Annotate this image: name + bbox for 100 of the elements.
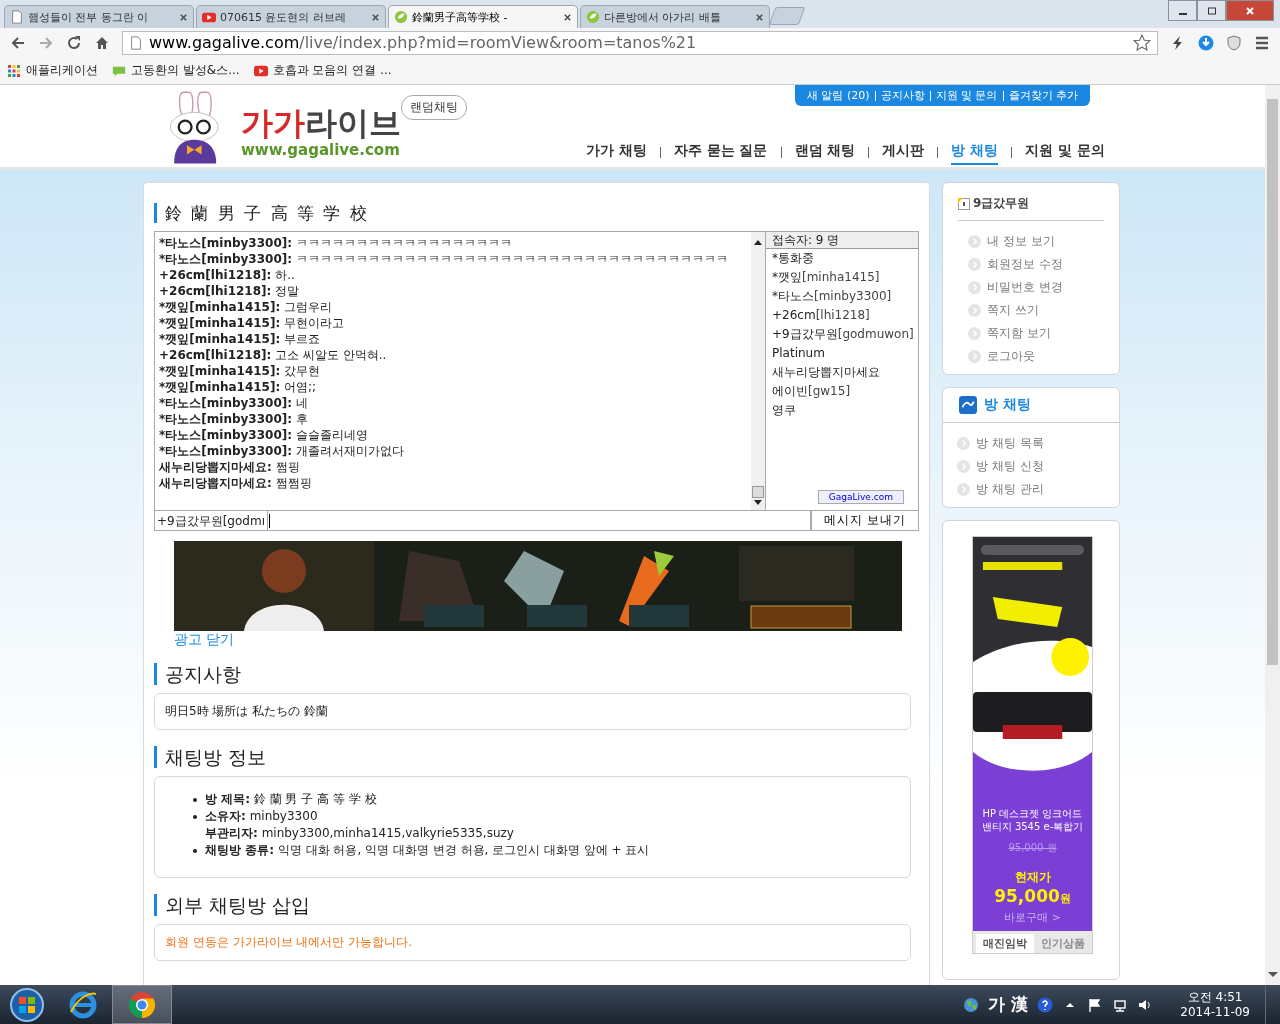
bullet-icon	[193, 815, 197, 819]
globe-icon[interactable]	[963, 996, 980, 1013]
user-entry[interactable]: 새누리당뽑지마세요	[766, 363, 918, 382]
product-name: HP 데스크젯 잉크어드 밴티지 3545 e-복합기	[980, 807, 1085, 833]
chat-message: +26cm[lhi1218]: 고소 씨알도 안먹혀..	[159, 347, 388, 363]
close-ad-link[interactable]: 광고 닫기	[174, 631, 235, 647]
chrome-icon[interactable]	[112, 985, 172, 1024]
bookmark-link[interactable]: 호흡과 모음의 연결 ...	[253, 62, 392, 79]
user-entry[interactable]: *통화중	[766, 249, 918, 268]
chat-message: *타노스[minby3300]: ㅋㅋㅋㅋㅋㅋㅋㅋㅋㅋㅋㅋㅋㅋㅋㅋㅋㅋㅋㅋㅋㅋㅋㅋㅋㅋㅋㅋㅋㅋㅋㅋㅋㅋㅋㅋ	[159, 251, 729, 267]
old-price: 95,000 원	[1007, 841, 1058, 855]
bookmark-star-icon[interactable]	[1133, 33, 1151, 52]
sidebar-link[interactable]: 방 채팅 관리	[976, 478, 1044, 501]
info-line: 소유자: minby3300	[205, 808, 319, 825]
chevron-icon	[968, 350, 981, 363]
maximize-icon	[1206, 5, 1217, 16]
user-entry[interactable]: 영쿠	[766, 401, 918, 420]
chat-message: *타노스[minby3300]: 개졸려서재미가없다	[159, 443, 405, 459]
page-icon	[10, 10, 24, 24]
close-tab-icon[interactable]	[755, 12, 764, 22]
random-chat-badge[interactable]: 랜덤채팅	[401, 95, 467, 120]
info-line: 채팅방 종류: 익명 대화 허용, 익명 대화명 변경 허용, 로그인시 대화명 앞에 + 표시	[205, 842, 650, 859]
nav-link[interactable]: 랜덤 채팅	[794, 142, 856, 165]
close-tab-icon[interactable]	[179, 12, 188, 22]
download-icon[interactable]	[1198, 34, 1214, 51]
clock[interactable]: 오전 4:51 2014-11-09	[1180, 989, 1250, 1020]
user-entry[interactable]: Platinum	[766, 344, 918, 363]
leaf-icon	[394, 10, 408, 24]
close-icon	[1245, 5, 1255, 16]
browser-tab[interactable]: 鈴蘭男子高等学校 -	[388, 5, 578, 28]
user-entry[interactable]: *깻잎[minha1415]	[766, 268, 918, 287]
sidebar-link[interactable]: 로그아웃	[987, 345, 1035, 368]
nav-link[interactable]: 가가 채팅	[585, 142, 647, 165]
sidebar-link[interactable]: 회원정보 수정	[987, 253, 1063, 276]
page-icon	[129, 35, 143, 50]
nav-link[interactable]: 게시판	[882, 142, 925, 165]
bookmark-link[interactable]: 고동환의 발성&스...	[112, 62, 240, 79]
message-input[interactable]: +9급갔무원[godmı	[154, 511, 811, 531]
sidebar-link[interactable]: 방 채팅 목록	[976, 432, 1044, 455]
info-line: 방 제목: 鈴 蘭 男 子 高 等 学 校	[205, 791, 377, 808]
back-icon[interactable]	[10, 34, 26, 51]
help-icon[interactable]	[1037, 996, 1054, 1013]
close-button[interactable]	[1226, 0, 1274, 21]
user-entry[interactable]: 에이빈[gw15]	[766, 382, 918, 401]
current-price: 95,000원	[993, 886, 1072, 906]
user-entry[interactable]: *타노스[minby3300]	[766, 287, 918, 306]
chat-message: *깻잎[minha1415]: 부르죠	[159, 331, 322, 347]
ad-tab[interactable]: 매진임박	[976, 934, 1034, 953]
apps-grid-icon	[7, 64, 21, 77]
chat-message: *타노스[minby3300]: 슬슬졸리네영	[159, 427, 369, 443]
browser-tab[interactable]: 070615 윤도현의 러브레	[196, 5, 386, 28]
brand-link[interactable]: GagaLive.com	[817, 490, 904, 504]
video-play-icon	[202, 10, 216, 24]
sidebar-link[interactable]: 비밀번호 변경	[987, 276, 1063, 299]
browser-tab[interactable]: 다른방에서 아가리 배틀	[580, 5, 770, 28]
chat-message: *타노스[minby3300]: 네	[159, 395, 309, 411]
reload-icon[interactable]	[66, 34, 82, 51]
sidebar-link[interactable]: 내 정보 보기	[987, 230, 1055, 253]
top-link[interactable]: 공지사항	[880, 88, 925, 103]
user-entry[interactable]: +9급갔무원[godmuwon]	[766, 325, 918, 344]
bullet-icon	[193, 798, 197, 802]
chevron-icon	[968, 281, 981, 294]
send-button[interactable]: 메시지 보내기	[811, 511, 919, 531]
input-method-indicator[interactable]: 가 漢	[988, 993, 1029, 1016]
leaf-icon	[586, 10, 600, 24]
top-link[interactable]: 지원 및 문의	[935, 88, 998, 103]
panel-title: 방 채팅	[984, 396, 1031, 414]
page-scrollbar[interactable]	[1265, 85, 1280, 985]
bookmark-link[interactable]: 애플리케이션	[7, 62, 98, 79]
top-link[interactable]: 즐겨찾기 추가	[1008, 88, 1078, 103]
nav-link[interactable]: 자주 묻는 질문	[673, 142, 768, 165]
chat-message: +26cm[lhi1218]: 하..	[159, 267, 296, 283]
close-tab-icon[interactable]	[563, 12, 572, 22]
close-tab-icon[interactable]	[371, 12, 380, 22]
site-logo[interactable]: 가가라이브	[241, 105, 401, 141]
nav-link[interactable]: 지원 및 문의	[1025, 142, 1105, 165]
video-play-icon	[253, 64, 268, 77]
section-heading: 채팅방 정보	[154, 746, 919, 768]
notice-text: 明日5時 場所は 私たちの 鈴蘭	[165, 704, 329, 718]
user-count-header: 접속자: 9 명	[766, 232, 918, 249]
minimize-button[interactable]	[1168, 0, 1197, 21]
browser-tab[interactable]: 햄성들이 전부 동그란 이	[4, 5, 194, 28]
address-bar[interactable]: www.gagalive.com/live/index.php?mid=roomView&room=tanos%21	[122, 30, 1158, 55]
scrollbar[interactable]	[751, 232, 765, 510]
level-icon	[958, 197, 970, 210]
home-icon[interactable]	[94, 34, 110, 51]
chevron-icon	[968, 235, 981, 248]
top-link[interactable]: 새 알림 (20)	[806, 88, 870, 103]
chat-message: *타노스[minby3300]: ㅋㅋㅋㅋㅋㅋㅋㅋㅋㅋㅋㅋㅋㅋㅋㅋㅋㅋ	[159, 235, 513, 251]
user-entry[interactable]: +26cm[lhi1218]	[766, 306, 918, 325]
menu-icon[interactable]	[1254, 34, 1270, 51]
chat-message: *깻잎[minha1415]: 어염;;	[159, 379, 318, 395]
chevron-icon	[968, 258, 981, 271]
chat-message: 새누리당뽑지마세요: 쩜핑	[159, 459, 301, 475]
sidebar-link[interactable]: 방 채팅 신청	[976, 455, 1044, 478]
sidebar-link[interactable]: 쪽지 쓰기	[987, 299, 1039, 322]
shield-icon[interactable]	[1226, 34, 1242, 51]
sidebar-link[interactable]: 쪽지함 보기	[987, 322, 1051, 345]
nav-link[interactable]: 방 채팅	[951, 142, 999, 165]
room-title: 鈴 蘭 男 子 高 等 学 校	[154, 203, 919, 223]
